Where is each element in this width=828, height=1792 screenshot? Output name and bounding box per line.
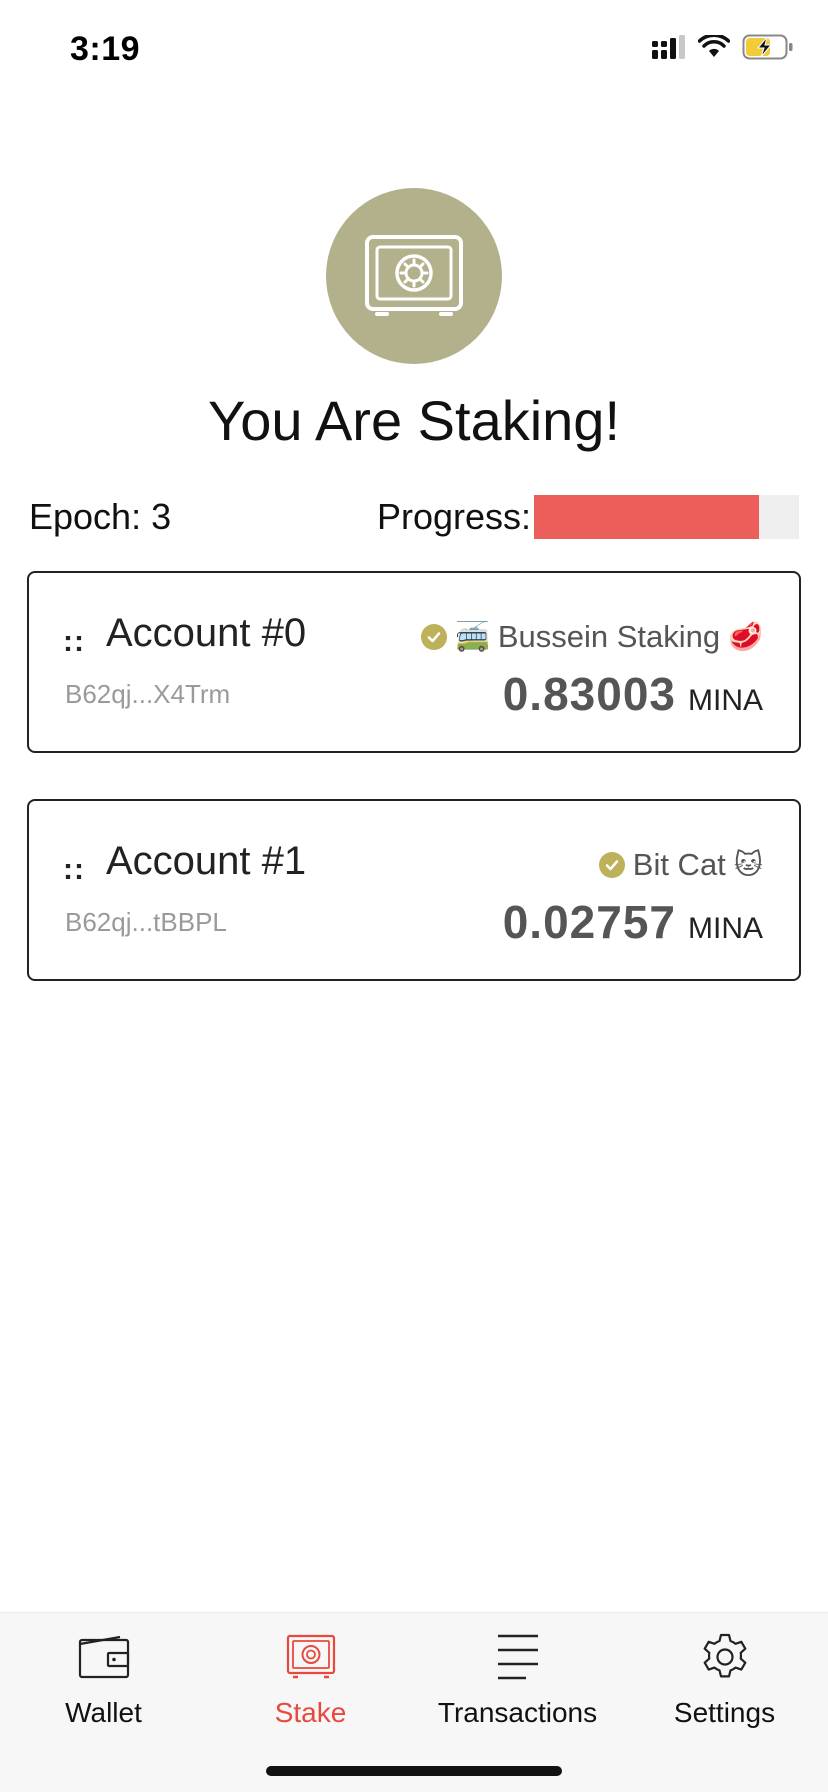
steak-emoji-icon: 🥩 (728, 621, 763, 652)
balance-amount: 0.02757 (502, 896, 676, 948)
balance-row: 0.83003 MINA (503, 667, 763, 721)
tab-label: Stake (274, 1697, 347, 1728)
validator-badge: Bit Cat 🐱 (598, 847, 763, 883)
gear-icon (700, 1631, 750, 1683)
wifi-icon (698, 35, 730, 57)
validator-name: Bussein Staking (497, 619, 721, 654)
status-icons (652, 34, 794, 60)
status-time: 3:19 (70, 30, 141, 68)
verified-check-icon (598, 852, 625, 878)
epoch-label: Epoch: 3 (29, 496, 172, 537)
tab-settings[interactable]: Settings (621, 1613, 828, 1743)
epoch-progress-fill (534, 495, 760, 539)
tab-wallet[interactable]: Wallet (0, 1613, 207, 1743)
account-card[interactable]: :: Account #0 B62qj...X4Trm 🚎 Bussein St… (27, 571, 801, 753)
tab-label: Wallet (65, 1697, 142, 1728)
cellular-signal-icon (652, 35, 685, 59)
tab-stake[interactable]: Stake (207, 1613, 414, 1743)
tab-label: Transactions (437, 1697, 598, 1728)
account-card[interactable]: :: Account #1 B62qj...tBBPL Bit Cat 🐱 0.… (27, 799, 801, 981)
account-name: Account #1 (106, 839, 307, 883)
vault-icon (286, 1631, 336, 1683)
bus-emoji-icon: 🚎 (454, 621, 490, 652)
account-address: B62qj...X4Trm (65, 679, 231, 709)
page-title: You Are Staking! (207, 389, 620, 452)
home-indicator[interactable] (266, 1766, 562, 1776)
validator-name: Bit Cat (632, 847, 726, 882)
list-icon (496, 1631, 540, 1683)
balance-unit: MINA (688, 684, 763, 717)
balance-amount: 0.83003 (502, 668, 676, 720)
vault-badge (326, 188, 502, 364)
tab-transactions[interactable]: Transactions (414, 1613, 621, 1743)
vault-icon (365, 235, 463, 316)
balance-unit: MINA (688, 912, 763, 945)
drag-handle-icon[interactable]: :: (63, 853, 85, 887)
staking-screen: 3:19 You Are Staking! Epoch: 3 Progress:… (0, 0, 828, 1792)
balance-row: 0.02757 MINA (503, 895, 763, 949)
epoch-progress-bar (534, 495, 799, 539)
validator-badge: 🚎 Bussein Staking 🥩 (420, 619, 763, 655)
tab-bar: Wallet Stake Transactions Settings (0, 1612, 828, 1792)
tab-label: Settings (673, 1697, 776, 1728)
progress-label: Progress: (377, 496, 532, 537)
account-address: B62qj...tBBPL (65, 907, 227, 937)
account-name: Account #0 (106, 611, 307, 655)
cat-emoji-icon: 🐱 (733, 849, 763, 880)
status-bar: 3:19 (0, 0, 828, 100)
battery-charging-icon (742, 34, 793, 60)
drag-handle-icon[interactable]: :: (63, 625, 85, 659)
verified-check-icon (420, 624, 447, 650)
wallet-icon (78, 1631, 130, 1683)
